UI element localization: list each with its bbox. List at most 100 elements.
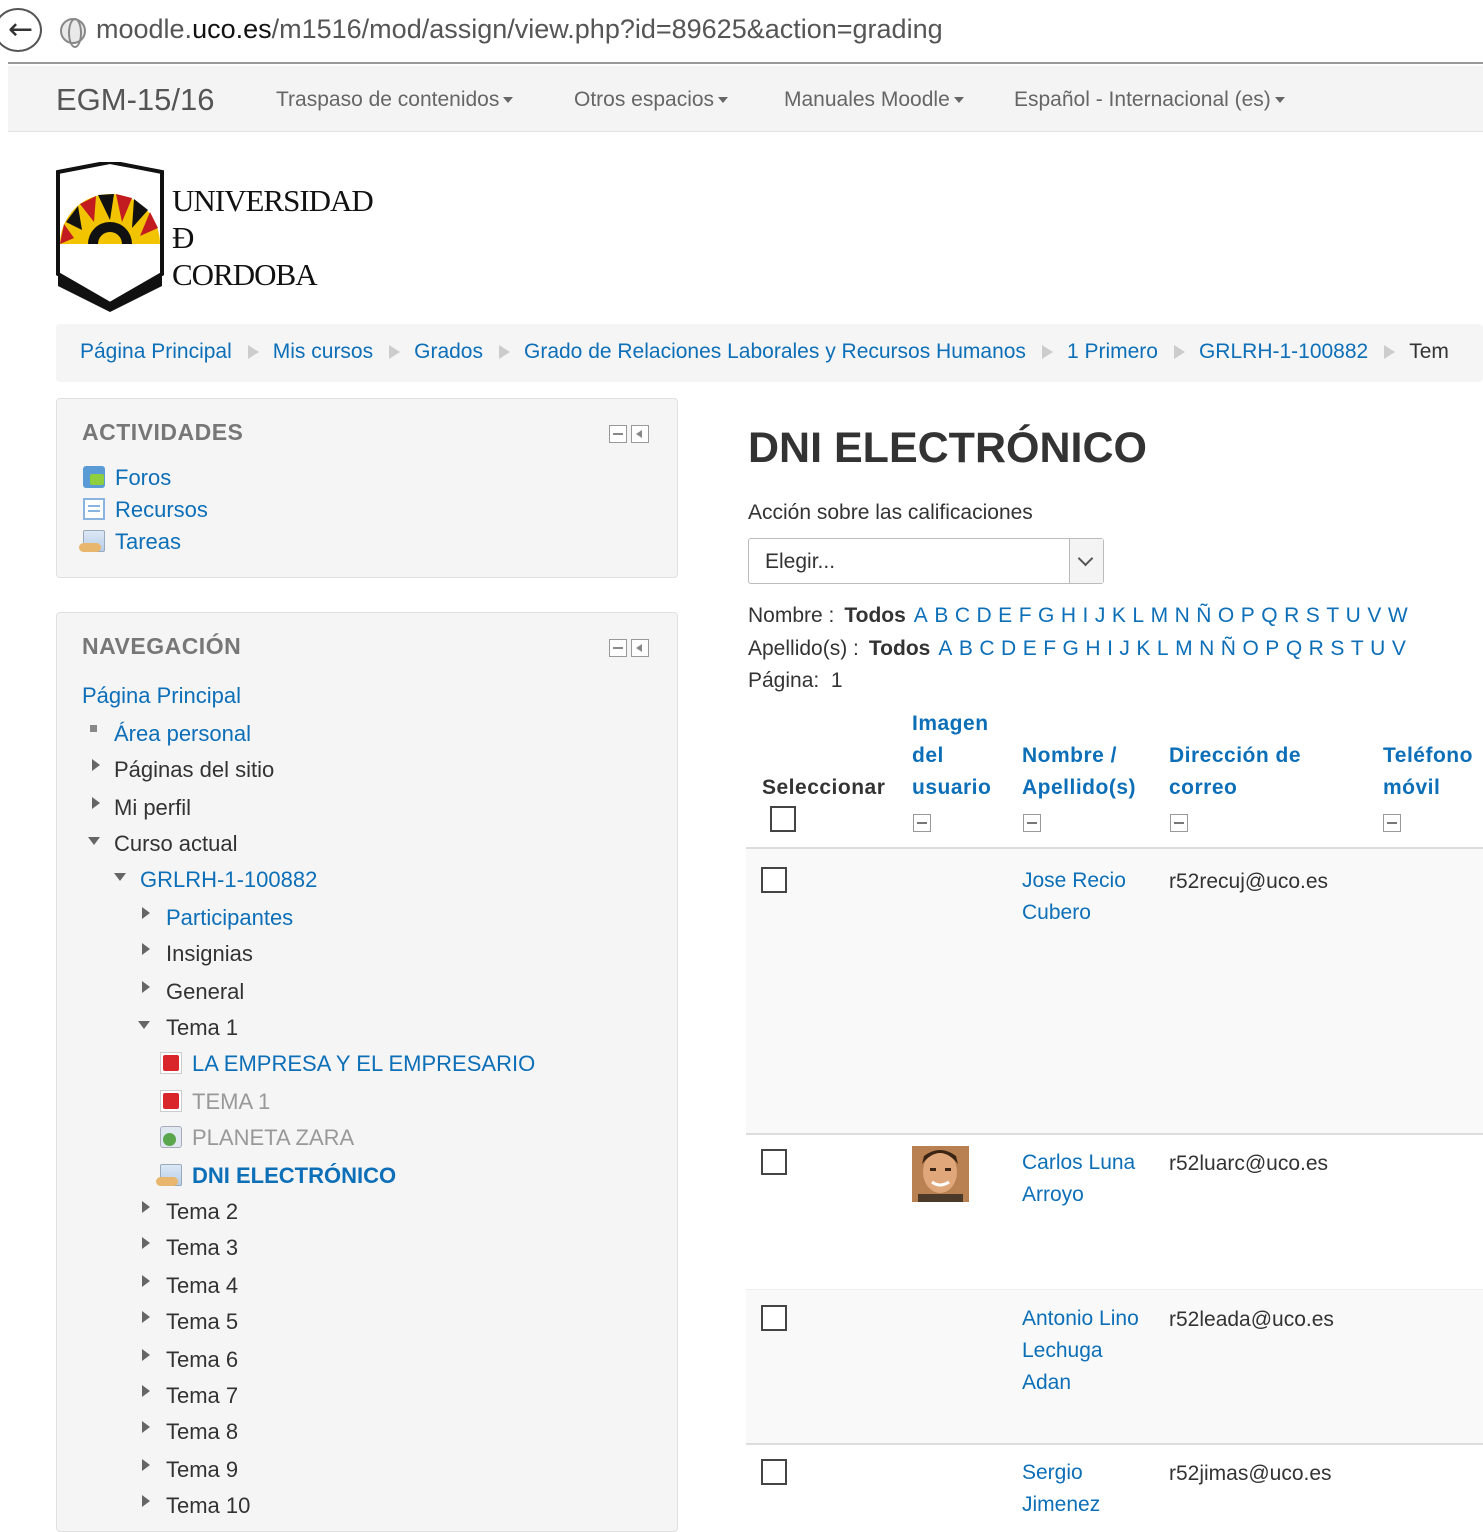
breadcrumb-current[interactable]: Tem xyxy=(1409,340,1449,363)
nav-area-personal[interactable]: Área personal xyxy=(114,721,251,747)
filter-letter-b[interactable]: B xyxy=(934,604,949,627)
collapse-column-icon[interactable] xyxy=(1170,814,1188,832)
expand-arrow-icon[interactable] xyxy=(142,1421,150,1433)
nav-tema-6[interactable]: Tema 6 xyxy=(166,1347,238,1373)
collapse-arrow-icon[interactable] xyxy=(114,873,126,881)
filter-letter-r[interactable]: R xyxy=(1284,604,1300,627)
filter-letter-f[interactable]: F xyxy=(1019,604,1032,627)
filter-letter-b[interactable]: B xyxy=(959,637,974,660)
nav-tema-10[interactable]: Tema 10 xyxy=(166,1493,250,1519)
filter-letter-t[interactable]: T xyxy=(1326,604,1339,627)
nav-tema-1-file[interactable]: TEMA 1 xyxy=(160,1089,270,1115)
nav-participantes[interactable]: Participantes xyxy=(166,905,293,931)
row-checkbox[interactable] xyxy=(761,1459,787,1485)
breadcrumb-mis-cursos[interactable]: Mis cursos xyxy=(273,340,373,363)
filter-letter-j[interactable]: J xyxy=(1095,604,1106,627)
breadcrumb-course[interactable]: GRLRH-1-100882 xyxy=(1199,340,1368,363)
header-nombre[interactable]: Nombre / Apellido(s) xyxy=(1022,740,1136,804)
collapse-column-icon[interactable] xyxy=(1023,814,1041,832)
breadcrumb-home[interactable]: Página Principal xyxy=(80,340,232,363)
filter-letter-u[interactable]: U xyxy=(1370,637,1386,660)
expand-arrow-icon[interactable] xyxy=(142,1349,150,1361)
filter-letter-w[interactable]: W xyxy=(1388,604,1408,627)
expand-arrow-icon[interactable] xyxy=(142,907,150,919)
collapse-arrow-icon[interactable] xyxy=(88,837,100,845)
header-telefono[interactable]: Teléfono móvil xyxy=(1383,740,1473,804)
row-checkbox[interactable] xyxy=(761,867,787,893)
row-checkbox[interactable] xyxy=(761,1149,787,1175)
activity-tareas[interactable]: Tareas xyxy=(79,529,181,555)
user-name-link[interactable]: Jose Recio Cubero xyxy=(1022,865,1152,929)
menu-otros-espacios[interactable]: Otros espacios xyxy=(574,88,729,112)
avatar[interactable] xyxy=(912,1146,969,1202)
activity-recursos[interactable]: Recursos xyxy=(83,497,208,523)
nav-course[interactable]: GRLRH-1-100882 xyxy=(140,867,317,893)
nav-tema-2[interactable]: Tema 2 xyxy=(166,1199,238,1225)
filter-letter-ñ[interactable]: Ñ xyxy=(1196,604,1212,627)
filter-letter-n[interactable]: N xyxy=(1199,637,1215,660)
collapse-icon[interactable] xyxy=(609,425,627,443)
filter-letter-c[interactable]: C xyxy=(955,604,971,627)
user-name-link[interactable]: Sergio Jimenez xyxy=(1022,1457,1152,1521)
filter-letter-e[interactable]: E xyxy=(1023,637,1038,660)
collapse-icon[interactable] xyxy=(609,639,627,657)
nav-planeta-zara[interactable]: PLANETA ZARA xyxy=(160,1125,354,1151)
nav-tema-4[interactable]: Tema 4 xyxy=(166,1273,238,1299)
dock-icon[interactable] xyxy=(631,639,649,657)
expand-arrow-icon[interactable] xyxy=(142,1311,150,1323)
url-field[interactable]: moodle.uco.es/m1516/mod/assign/view.php?… xyxy=(96,14,943,45)
nav-tema-5[interactable]: Tema 5 xyxy=(166,1309,238,1335)
nav-tema-1[interactable]: Tema 1 xyxy=(166,1015,238,1041)
filter-letter-l[interactable]: L xyxy=(1132,604,1144,627)
nav-mi-perfil[interactable]: Mi perfil xyxy=(114,795,191,821)
nav-general[interactable]: General xyxy=(166,979,244,1005)
nav-dni-electronico[interactable]: DNI ELECTRÓNICO xyxy=(156,1163,396,1189)
filter-letter-a[interactable]: A xyxy=(938,637,953,660)
filter-letter-j[interactable]: J xyxy=(1119,637,1130,660)
filter-letter-e[interactable]: E xyxy=(998,604,1013,627)
filter-letter-s[interactable]: S xyxy=(1330,637,1345,660)
page-number[interactable]: 1 xyxy=(831,669,843,692)
filter-letter-k[interactable]: K xyxy=(1112,604,1127,627)
menu-manuales[interactable]: Manuales Moodle xyxy=(784,88,964,112)
expand-arrow-icon[interactable] xyxy=(92,797,100,809)
filter-letter-c[interactable]: C xyxy=(979,637,995,660)
filter-letter-h[interactable]: H xyxy=(1061,604,1077,627)
filter-letter-ñ[interactable]: Ñ xyxy=(1221,637,1237,660)
filter-letter-m[interactable]: M xyxy=(1175,637,1193,660)
filter-letter-v[interactable]: V xyxy=(1392,637,1407,660)
expand-arrow-icon[interactable] xyxy=(142,1459,150,1471)
expand-arrow-icon[interactable] xyxy=(142,943,150,955)
back-button[interactable]: ← xyxy=(0,8,42,52)
collapse-column-icon[interactable] xyxy=(913,814,931,832)
filter-letter-p[interactable]: P xyxy=(1265,637,1280,660)
filter-letter-i[interactable]: I xyxy=(1083,604,1089,627)
filter-letter-q[interactable]: Q xyxy=(1286,637,1303,660)
nav-pagina-principal[interactable]: Página Principal xyxy=(82,683,241,709)
header-email[interactable]: Dirección de correo xyxy=(1169,740,1301,804)
expand-arrow-icon[interactable] xyxy=(142,1237,150,1249)
expand-arrow-icon[interactable] xyxy=(142,981,150,993)
nav-insignias[interactable]: Insignias xyxy=(166,941,253,967)
filter-letter-i[interactable]: I xyxy=(1107,637,1113,660)
nav-tema-3[interactable]: Tema 3 xyxy=(166,1235,238,1261)
select-all-checkbox[interactable] xyxy=(770,806,796,832)
collapse-arrow-icon[interactable] xyxy=(138,1021,150,1029)
nav-tema-8[interactable]: Tema 8 xyxy=(166,1419,238,1445)
filter-letter-t[interactable]: T xyxy=(1351,637,1364,660)
filter-letter-d[interactable]: D xyxy=(1001,637,1017,660)
filter-letter-u[interactable]: U xyxy=(1346,604,1362,627)
user-name-link[interactable]: Antonio Lino Lechuga Adan xyxy=(1022,1303,1152,1399)
filter-letter-o[interactable]: O xyxy=(1242,637,1259,660)
breadcrumb-primero[interactable]: 1 Primero xyxy=(1067,340,1158,363)
filter-letter-v[interactable]: V xyxy=(1367,604,1382,627)
nav-tema-7[interactable]: Tema 7 xyxy=(166,1383,238,1409)
nav-la-empresa[interactable]: LA EMPRESA Y EL EMPRESARIO xyxy=(160,1051,535,1077)
filter-letter-g[interactable]: G xyxy=(1063,637,1080,660)
nav-curso-actual[interactable]: Curso actual xyxy=(114,831,238,857)
site-brand[interactable]: EGM-15/16 xyxy=(56,82,215,118)
expand-arrow-icon[interactable] xyxy=(142,1201,150,1213)
filter-letter-f[interactable]: F xyxy=(1043,637,1056,660)
filter-letter-n[interactable]: N xyxy=(1175,604,1191,627)
grading-action-select[interactable]: Elegir... xyxy=(748,538,1104,584)
